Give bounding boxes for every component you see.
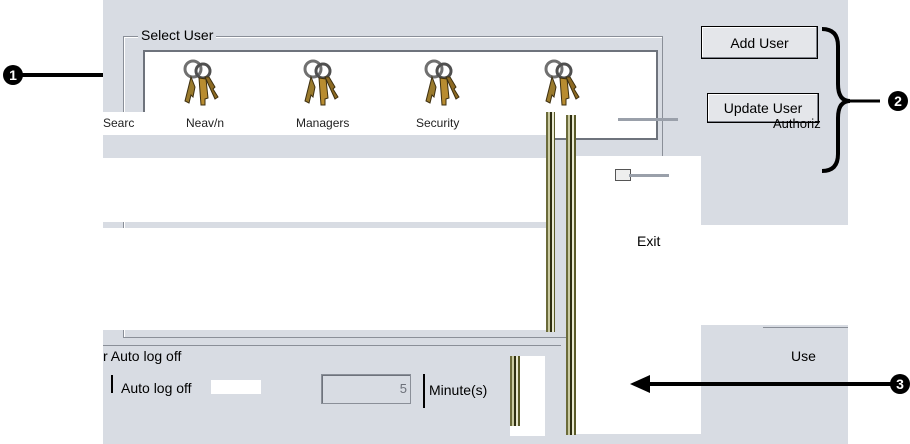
authorization-button[interactable]: Authoriz <box>773 116 821 131</box>
user-label[interactable]: Neav/n <box>186 116 224 130</box>
callout-marker-2: 2 <box>888 91 908 111</box>
group-border <box>763 327 848 328</box>
user-options-legend: Use <box>791 348 816 364</box>
callout-bracket-2 <box>821 27 880 173</box>
glitch-line <box>629 174 669 177</box>
keys-icon[interactable] <box>297 57 341 111</box>
auto-logoff-legend: r Auto log off <box>103 348 182 364</box>
exit-button[interactable]: Exit <box>637 233 660 249</box>
callout-marker-1: 1 <box>3 65 23 85</box>
minutes-unit-box: Minute(s) <box>423 374 507 408</box>
minutes-unit-label: Minute(s) <box>429 382 488 398</box>
callout-arrow-3 <box>630 375 892 393</box>
blank-panel <box>701 225 848 325</box>
glitch-stripe <box>546 112 555 332</box>
auto-logoff-label: Auto log off <box>121 380 192 396</box>
keys-icon[interactable] <box>538 57 582 111</box>
user-label[interactable]: Managers <box>296 116 349 130</box>
callout-marker-3: 3 <box>890 374 910 394</box>
glitch-band <box>211 380 261 394</box>
glitch-stripe <box>510 356 520 426</box>
user-label[interactable]: Security <box>416 116 459 130</box>
glitch-line <box>618 118 678 121</box>
glitch-band <box>103 228 548 330</box>
add-user-button[interactable]: Add User <box>701 26 818 59</box>
glitch-stripe <box>566 115 576 435</box>
keys-icon[interactable] <box>418 57 462 111</box>
auto-logoff-group-border <box>103 345 561 346</box>
glitch-band <box>103 135 548 158</box>
glitch-band <box>103 158 548 222</box>
user-label-row: Searc Neav/n Managers Security <box>103 112 543 135</box>
keys-icon[interactable] <box>177 57 221 111</box>
select-user-legend: Select User <box>138 27 217 43</box>
logoff-minutes-input[interactable]: 5 <box>321 374 411 404</box>
user-label[interactable]: Searc <box>103 116 134 130</box>
